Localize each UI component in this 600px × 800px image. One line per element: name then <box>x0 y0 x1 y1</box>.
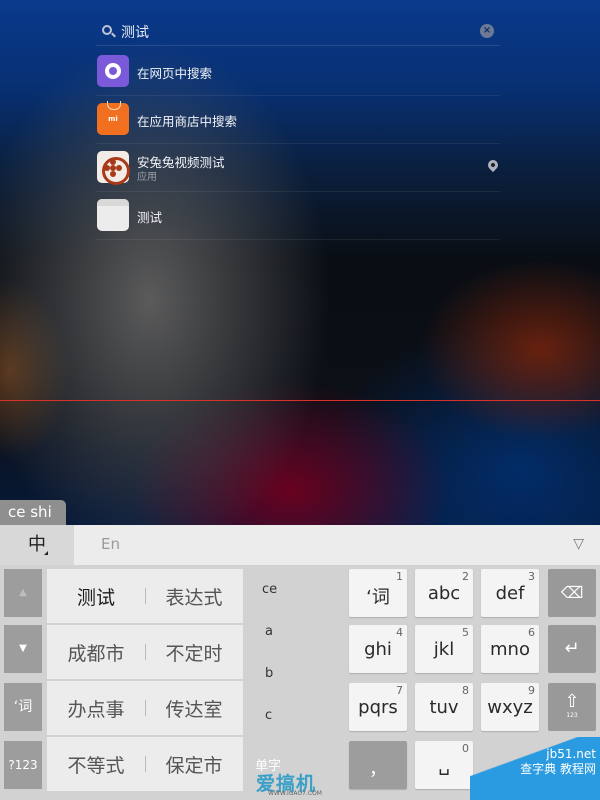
enter-icon: ↵ <box>564 638 580 659</box>
chinese-mode-button[interactable]: 中 <box>0 525 74 565</box>
search-icon <box>102 25 112 35</box>
key-label: ␣ <box>438 755 450 776</box>
candidate-row: 办点事 传达室 <box>47 681 243 735</box>
result-title: 在网页中搜索 <box>137 66 213 81</box>
result-title: 在应用商店中搜索 <box>137 114 238 129</box>
candidate-word[interactable]: 表达式 <box>145 583 243 610</box>
key-number: 1 <box>396 570 403 583</box>
key-label: jkl <box>433 639 455 660</box>
candidate-word[interactable]: 测试 <box>47 583 145 610</box>
candidate-row: 测试 表达式 <box>47 569 243 623</box>
key-number: 2 <box>462 570 469 583</box>
comma-key[interactable]: ， <box>349 741 407 789</box>
watermark-site-name: 查字典 教程网 <box>520 762 596 776</box>
key-label: ， <box>369 759 387 780</box>
candidate-word[interactable]: 不定时 <box>145 639 243 666</box>
divider-line <box>0 400 600 401</box>
key-number: 7 <box>396 684 403 697</box>
symbols-button[interactable]: ?123 <box>4 741 42 789</box>
watermark-site: jb51.net <box>546 747 596 761</box>
result-note[interactable]: 测试 <box>96 192 500 240</box>
key-number: 0 <box>462 742 469 755</box>
key-9[interactable]: wxyz 9 <box>481 683 539 731</box>
backspace-icon: ⌫ <box>560 583 584 602</box>
pinyin-option[interactable]: b <box>265 666 273 681</box>
pinyin-option[interactable]: c <box>265 708 272 723</box>
key-3[interactable]: def 3 <box>481 569 539 617</box>
result-app[interactable]: 安兔兔视频测试 应用 <box>96 144 501 192</box>
result-web-search[interactable]: 在网页中搜索 <box>96 48 500 96</box>
key-7[interactable]: pqrs 7 <box>349 683 407 731</box>
video-app-icon <box>97 151 130 185</box>
key-4[interactable]: ghi 4 <box>349 625 407 673</box>
watermark-url: WWW.IGAO7.COM <box>268 790 322 797</box>
collapse-keyboard-icon[interactable]: ▽ <box>573 536 584 552</box>
candidate-list: 测试 表达式 成都市 不定时 办点事 传达室 不等式 保定市 <box>47 569 243 791</box>
key-number: 5 <box>462 626 469 639</box>
result-app-store-search[interactable]: mi 在应用商店中搜索 <box>96 96 500 144</box>
candidate-row: 不等式 保定市 <box>47 737 243 791</box>
key-number: 8 <box>462 684 469 697</box>
shift-icon: ⇧ <box>564 691 580 712</box>
search-input[interactable]: 测试 <box>121 22 149 42</box>
candidate-word[interactable]: 保定市 <box>145 751 243 778</box>
candidate-word[interactable]: 传达室 <box>145 695 243 722</box>
note-icon <box>97 199 129 231</box>
key-label: mno <box>490 639 530 660</box>
candidate-word[interactable]: 办点事 <box>47 695 145 722</box>
app-store-icon: mi <box>97 101 129 135</box>
key-label: pqrs <box>358 697 398 718</box>
space-key[interactable]: ␣ 0 <box>415 741 473 789</box>
key-number: 6 <box>528 626 535 639</box>
shift-key[interactable]: ⇧ 123 <box>548 683 596 731</box>
clear-icon[interactable]: × <box>480 24 494 38</box>
watermark-text: jb51.net 查字典 教程网 <box>470 747 596 777</box>
search-results: 在网页中搜索 mi 在应用商店中搜索 安兔兔视频测试 应用 测试 <box>96 48 501 240</box>
scroll-up-button[interactable]: ▲ <box>4 569 42 617</box>
scroll-down-button[interactable]: ▼ <box>4 625 42 673</box>
key-label: abc <box>427 583 461 604</box>
key-label: ‘词 <box>366 587 390 608</box>
key-label: wxyz <box>487 697 533 718</box>
key-number: 3 <box>528 570 535 583</box>
pinyin-option[interactable]: ce <box>262 582 277 597</box>
candidate-word[interactable]: 不等式 <box>47 751 145 778</box>
key-6[interactable]: mno 6 <box>481 625 539 673</box>
result-title: 测试 <box>137 210 163 225</box>
browser-icon <box>97 55 129 87</box>
backspace-key[interactable]: ⌫ <box>548 569 596 617</box>
search-bar[interactable]: 测试 × <box>96 18 500 46</box>
composing-text: ce shi <box>0 500 66 526</box>
keyboard: 中 En ▽ ▲ ▼ ‘词 ?123 测试 表达式 成都市 不定时 办点事 传达… <box>0 525 600 800</box>
word-button[interactable]: ‘词 <box>4 683 42 731</box>
keyboard-toolbar: 中 En ▽ <box>0 525 600 565</box>
location-pin-icon[interactable] <box>485 157 501 173</box>
candidate-row: 成都市 不定时 <box>47 625 243 679</box>
key-label: ghi <box>364 639 392 660</box>
candidate-word[interactable]: 成都市 <box>47 639 145 666</box>
key-label: tuv <box>429 697 459 718</box>
key-2[interactable]: abc 2 <box>415 569 473 617</box>
result-subtitle: 应用 <box>137 172 157 183</box>
shift-sublabel: 123 <box>566 712 578 719</box>
key-number: 4 <box>396 626 403 639</box>
enter-key[interactable]: ↵ <box>548 625 596 673</box>
key-8[interactable]: tuv 8 <box>415 683 473 731</box>
key-number: 9 <box>528 684 535 697</box>
pinyin-option[interactable]: a <box>265 624 273 639</box>
key-label: def <box>495 583 525 604</box>
key-5[interactable]: jkl 5 <box>415 625 473 673</box>
key-1[interactable]: ‘词 1 <box>349 569 407 617</box>
english-mode-button[interactable]: En <box>101 535 120 553</box>
